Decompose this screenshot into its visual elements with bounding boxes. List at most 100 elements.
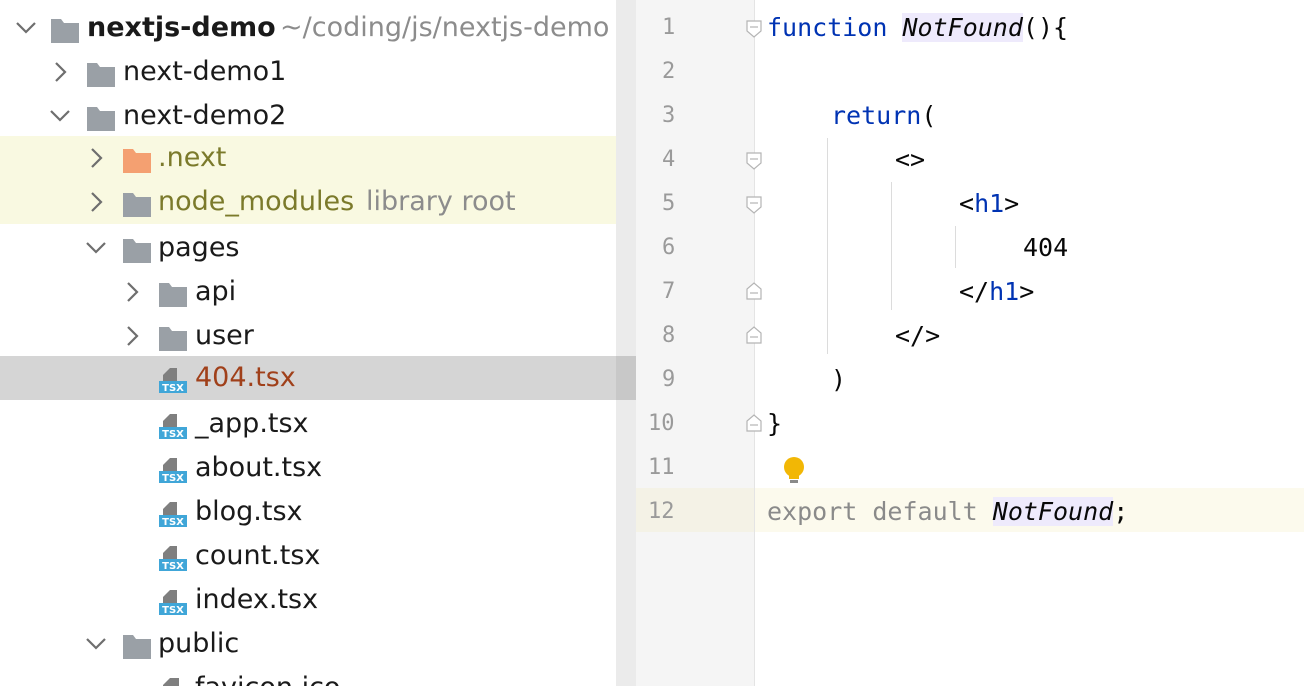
- chevron-right-icon[interactable]: [120, 277, 144, 307]
- chevron-down-icon[interactable]: [84, 629, 108, 659]
- tree-item-favicon[interactable]: favicon.ico: [0, 666, 616, 686]
- folder-icon: [122, 234, 152, 263]
- folder-icon: [50, 14, 80, 43]
- code-line-9: ): [831, 365, 847, 394]
- tsx-file-icon: TSX: [158, 542, 188, 572]
- indent-guide: [955, 226, 956, 268]
- project-tree: nextjs-demo ~/coding/js/nextjs-demo next…: [0, 0, 616, 686]
- root-folder-path: ~/coding/js/nextjs-demo: [280, 12, 610, 43]
- chevron-right-icon[interactable]: [84, 143, 108, 173]
- tree-item-label: about.tsx: [195, 452, 323, 483]
- folder-icon: [158, 278, 188, 307]
- svg-text:TSX: TSX: [162, 561, 184, 572]
- svg-text:TSX: TSX: [162, 429, 184, 440]
- fold-close-icon[interactable]: [746, 414, 762, 432]
- tree-item-count-tsx[interactable]: TSX count.tsx: [0, 534, 616, 578]
- scrollbar-thumb[interactable]: [616, 356, 636, 400]
- root-folder-name: nextjs-demo: [87, 12, 276, 43]
- fold-open-icon[interactable]: [746, 152, 762, 170]
- chevron-right-icon[interactable]: [120, 321, 144, 351]
- code-line-7: </h1>: [959, 277, 1035, 306]
- chevron-right-icon[interactable]: [48, 57, 72, 87]
- folder-icon: [86, 102, 116, 131]
- library-root-hint: library root: [366, 186, 516, 217]
- chevron-down-icon[interactable]: [14, 13, 38, 43]
- line-number: 9: [662, 367, 676, 392]
- tsx-file-icon: TSX: [158, 586, 188, 616]
- chevron-down-icon[interactable]: [48, 101, 72, 131]
- tsx-file-icon: TSX: [158, 498, 188, 528]
- excluded-folder-icon: [122, 144, 152, 173]
- tree-item-label: pages: [158, 232, 240, 263]
- fold-close-icon[interactable]: [746, 282, 762, 300]
- folder-icon: [122, 188, 152, 217]
- code-line-4: <>: [895, 145, 926, 174]
- tree-item-label: index.tsx: [195, 584, 319, 615]
- tree-item-pages[interactable]: pages: [0, 226, 616, 270]
- code-line-12: export default NotFound;: [767, 497, 1129, 526]
- tree-item-label: count.tsx: [195, 540, 321, 571]
- fold-open-icon[interactable]: [746, 20, 762, 38]
- indent-guide: [891, 182, 892, 310]
- tsx-file-icon: TSX: [158, 454, 188, 484]
- tree-item-api[interactable]: api: [0, 270, 616, 314]
- line-number: 1: [662, 15, 676, 40]
- svg-text:TSX: TSX: [162, 383, 184, 394]
- tree-item-label: 404.tsx: [195, 362, 296, 393]
- line-number: 7: [662, 279, 676, 304]
- svg-text:TSX: TSX: [162, 473, 184, 484]
- tree-item-node-modules[interactable]: node_modules library root: [0, 180, 616, 224]
- code-line-6: 404: [1023, 233, 1069, 262]
- svg-text:TSX: TSX: [162, 605, 184, 616]
- code-line-5: <h1>: [959, 189, 1020, 218]
- code-line-1: function NotFound(){: [767, 13, 1069, 42]
- tree-item-label: next-demo2: [123, 100, 287, 131]
- line-number: 11: [648, 455, 675, 480]
- tree-item-index-tsx[interactable]: TSX index.tsx: [0, 578, 616, 622]
- tree-item-label: node_modules: [158, 186, 355, 217]
- tree-item-label: user: [195, 320, 254, 351]
- folder-icon: [122, 630, 152, 659]
- tsx-file-icon: TSX: [158, 364, 188, 394]
- tree-item-label: public: [158, 628, 240, 659]
- tree-item-about-tsx[interactable]: TSX about.tsx: [0, 446, 616, 490]
- lightbulb-icon[interactable]: [782, 456, 806, 486]
- tree-item-label: api: [195, 276, 237, 307]
- folder-icon: [158, 322, 188, 351]
- tree-item-label: .next: [158, 142, 227, 173]
- tree-item-blog-tsx[interactable]: TSX blog.tsx: [0, 490, 616, 534]
- file-icon: [158, 674, 188, 686]
- line-number: 2: [662, 59, 676, 84]
- tree-item-404-tsx[interactable]: TSX 404.tsx: [0, 356, 616, 400]
- code-line-10: }: [767, 409, 783, 438]
- chevron-down-icon[interactable]: [84, 233, 108, 263]
- tree-item-label: blog.tsx: [195, 496, 303, 527]
- tree-item-dot-next[interactable]: .next: [0, 136, 616, 180]
- code-line-8: </>: [895, 321, 941, 350]
- line-number: 4: [662, 147, 676, 172]
- tree-item-public[interactable]: public: [0, 622, 616, 666]
- tree-item-user[interactable]: user: [0, 314, 616, 358]
- line-number: 8: [662, 323, 676, 348]
- tree-item-label: favicon.ico: [195, 666, 340, 686]
- indent-guide: [827, 138, 828, 354]
- svg-text:TSX: TSX: [162, 517, 184, 528]
- tree-item-next-demo2[interactable]: next-demo2: [0, 94, 616, 138]
- line-number: 6: [662, 235, 676, 260]
- tree-item-label: _app.tsx: [195, 408, 309, 439]
- folder-icon: [86, 58, 116, 87]
- chevron-right-icon[interactable]: [84, 187, 108, 217]
- fold-close-icon[interactable]: [746, 326, 762, 344]
- tree-root-row[interactable]: nextjs-demo ~/coding/js/nextjs-demo: [0, 6, 616, 50]
- fold-open-icon[interactable]: [746, 196, 762, 214]
- line-number: 10: [648, 411, 675, 436]
- line-number: 12: [648, 499, 675, 524]
- tree-item-label: next-demo1: [123, 56, 287, 87]
- tree-item-next-demo1[interactable]: next-demo1: [0, 50, 616, 94]
- line-number: 3: [662, 103, 676, 128]
- panel-splitter[interactable]: [616, 0, 636, 686]
- line-number: 5: [662, 191, 676, 216]
- code-line-3: return(: [831, 101, 937, 130]
- tree-item-app-tsx[interactable]: TSX _app.tsx: [0, 402, 616, 446]
- tsx-file-icon: TSX: [158, 410, 188, 440]
